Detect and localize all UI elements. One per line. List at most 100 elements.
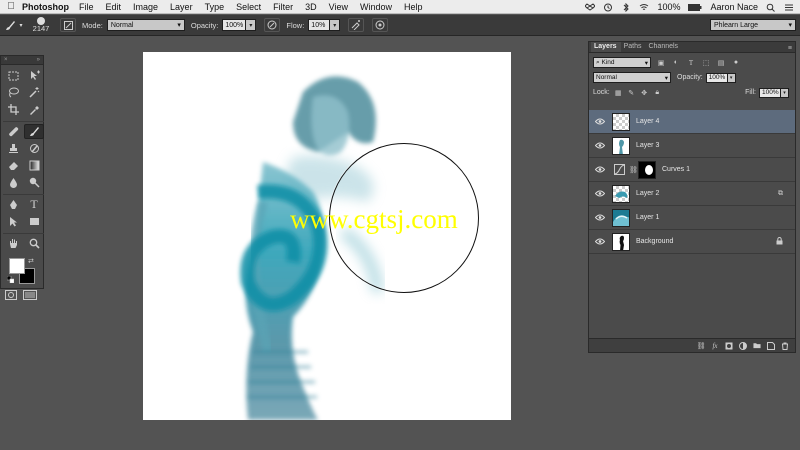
fill-input[interactable]: 100% xyxy=(759,87,781,98)
filter-toggle-icon[interactable]: ● xyxy=(731,58,741,68)
chain-link-icon[interactable]: ⛓︎ xyxy=(629,166,638,174)
history-brush-tool[interactable] xyxy=(24,141,44,156)
foreground-color-swatch[interactable] xyxy=(9,258,25,274)
layer-name[interactable]: Background xyxy=(636,238,673,245)
eye-icon[interactable] xyxy=(589,142,611,149)
eyedropper-tool[interactable] xyxy=(24,102,44,117)
layer-name[interactable]: Curves 1 xyxy=(662,166,690,173)
pressure-size-button[interactable] xyxy=(372,18,389,32)
menu-image[interactable]: Image xyxy=(133,2,158,12)
magic-wand-tool[interactable] xyxy=(24,85,44,100)
rectangle-tool[interactable] xyxy=(24,214,44,229)
new-adjustment-layer-icon[interactable] xyxy=(739,341,747,350)
new-group-icon[interactable] xyxy=(753,342,761,350)
crop-tool[interactable] xyxy=(3,102,23,117)
pen-tool[interactable] xyxy=(3,197,23,212)
new-layer-icon[interactable] xyxy=(767,341,775,350)
filter-pixel-icon[interactable]: ▣ xyxy=(656,58,666,68)
wifi-icon[interactable] xyxy=(639,3,649,12)
opacity-slider-toggle[interactable]: ▾ xyxy=(246,19,257,31)
rectangular-marquee-tool[interactable] xyxy=(3,68,23,83)
filter-type-icon[interactable]: T xyxy=(686,58,696,68)
eye-icon[interactable] xyxy=(589,238,611,245)
healing-brush-tool[interactable] xyxy=(3,124,23,139)
eraser-tool[interactable] xyxy=(3,158,23,173)
layer-mask-thumbnail[interactable] xyxy=(638,160,656,179)
layer-name[interactable]: Layer 1 xyxy=(636,214,659,221)
eye-icon[interactable] xyxy=(589,190,611,197)
filter-adjustment-icon[interactable]: ◐ xyxy=(671,58,681,68)
layer-name[interactable]: Layer 2 xyxy=(636,190,659,197)
eye-icon[interactable] xyxy=(589,166,611,173)
trash-icon[interactable] xyxy=(781,342,789,350)
tab-layers[interactable]: Layers xyxy=(591,42,621,52)
clone-stamp-tool[interactable] xyxy=(3,141,23,156)
menu-layer[interactable]: Layer xyxy=(170,2,193,12)
menu-view[interactable]: View xyxy=(329,2,348,12)
lock-transparent-icon[interactable]: ▦ xyxy=(614,88,623,97)
layer-opacity-slider-toggle[interactable]: ▾ xyxy=(727,72,736,83)
menu-type[interactable]: Type xyxy=(205,2,225,12)
menu-edit[interactable]: Edit xyxy=(106,2,122,12)
bluetooth-icon[interactable] xyxy=(621,2,631,12)
layer-row-background[interactable]: Background xyxy=(589,230,795,254)
menu-file[interactable]: File xyxy=(79,2,94,12)
layer-name[interactable]: Layer 4 xyxy=(636,118,659,125)
user-name[interactable]: Aaron Nace xyxy=(710,2,758,12)
apple-icon[interactable]:  xyxy=(0,1,22,12)
default-colors-icon[interactable] xyxy=(7,276,14,283)
workspace-select[interactable]: Phlearn Large ▾ xyxy=(710,19,796,31)
filter-shape-icon[interactable]: ⬚ xyxy=(701,58,711,68)
layer-row-layer-4[interactable]: Layer 4 xyxy=(589,110,795,134)
search-icon[interactable] xyxy=(766,3,776,12)
flow-input[interactable]: 10% xyxy=(308,19,331,31)
menu-filter[interactable]: Filter xyxy=(273,2,293,12)
blur-tool[interactable] xyxy=(3,175,23,190)
lock-image-icon[interactable]: ✎ xyxy=(627,88,636,97)
notification-list-icon[interactable] xyxy=(784,3,794,12)
add-mask-icon[interactable] xyxy=(725,342,733,350)
path-selection-tool[interactable] xyxy=(3,214,23,229)
link-layers-icon[interactable]: ⛓︎ xyxy=(697,342,706,350)
layer-row-curves-1[interactable]: ⛓︎ Curves 1 xyxy=(589,158,795,182)
collapse-icon[interactable]: » xyxy=(37,57,40,63)
menu-window[interactable]: Window xyxy=(360,2,392,12)
filter-smart-object-icon[interactable]: ▤ xyxy=(716,58,726,68)
tab-paths[interactable]: Paths xyxy=(621,42,646,52)
layer-style-icon[interactable]: fx xyxy=(711,342,719,350)
layer-row-layer-1[interactable]: Layer 1 xyxy=(589,206,795,230)
lock-position-icon[interactable]: ✥ xyxy=(640,88,649,97)
close-icon[interactable]: × xyxy=(4,57,8,63)
move-tool[interactable] xyxy=(24,68,44,83)
tab-channels[interactable]: Channels xyxy=(645,42,682,52)
quick-mask-icon[interactable] xyxy=(5,290,17,300)
layer-row-layer-2[interactable]: Layer 2 ⧉ xyxy=(589,182,795,206)
kind-filter-select[interactable]: ⌕ Kind ▾ xyxy=(593,57,651,68)
mode-select[interactable]: Normal ▾ xyxy=(106,19,185,31)
fill-slider-toggle[interactable]: ▾ xyxy=(781,87,789,98)
app-menu[interactable]: Photoshop xyxy=(22,2,69,12)
pressure-opacity-button[interactable] xyxy=(264,18,281,32)
tools-panel-header[interactable]: × » xyxy=(1,56,43,65)
menu-help[interactable]: Help xyxy=(404,2,423,12)
time-machine-icon[interactable] xyxy=(603,3,613,12)
brush-panel-toggle[interactable] xyxy=(60,18,76,32)
layer-row-layer-3[interactable]: Layer 3 xyxy=(589,134,795,158)
dodge-tool[interactable] xyxy=(24,175,44,190)
blend-mode-select[interactable]: Normal ▾ xyxy=(593,72,671,83)
airbrush-button[interactable] xyxy=(348,18,365,32)
type-tool[interactable]: T xyxy=(24,197,44,212)
layer-name[interactable]: Layer 3 xyxy=(636,142,659,149)
opacity-input[interactable]: 100% xyxy=(222,19,247,31)
swap-colors-icon[interactable]: ⇄ xyxy=(28,257,34,265)
brush-size-picker[interactable]: 2147 xyxy=(28,17,54,33)
layer-opacity-input[interactable]: 100% xyxy=(705,72,728,83)
gradient-tool[interactable] xyxy=(24,158,44,173)
eye-icon[interactable] xyxy=(589,118,611,125)
eye-icon[interactable] xyxy=(589,214,611,221)
brush-tool-preset-picker[interactable]: ▾ xyxy=(0,16,26,35)
zoom-tool[interactable] xyxy=(24,236,44,251)
menu-3d[interactable]: 3D xyxy=(305,2,317,12)
screen-mode-icon[interactable] xyxy=(23,290,37,300)
menu-select[interactable]: Select xyxy=(236,2,261,12)
